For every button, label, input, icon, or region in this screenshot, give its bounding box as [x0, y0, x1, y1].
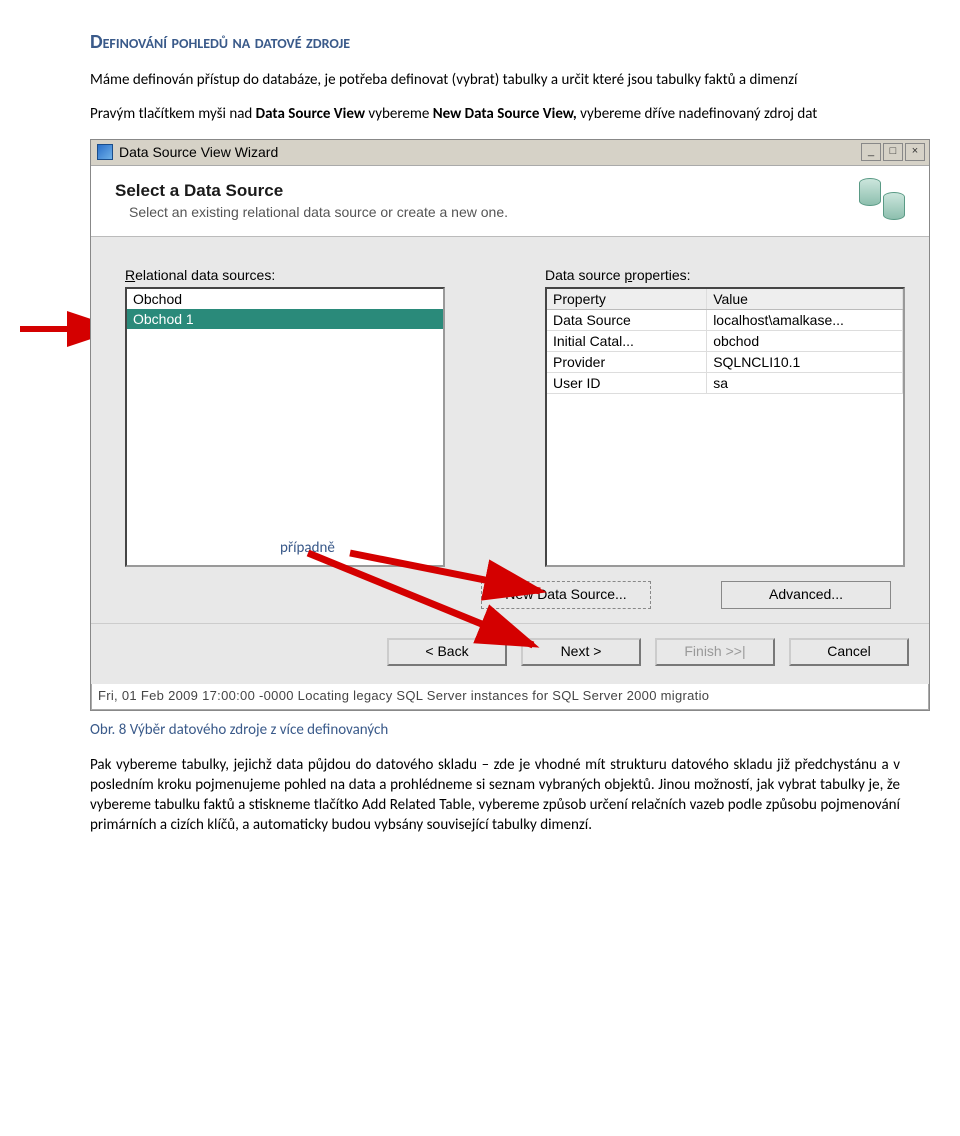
- advanced-button[interactable]: Advanced...: [721, 581, 891, 609]
- col-header: Property: [547, 289, 707, 309]
- text: vybereme dříve nadefinovaný zdroj dat: [577, 105, 818, 123]
- cell: Provider: [547, 352, 707, 372]
- cell: SQLNCLI10.1: [707, 352, 903, 372]
- list-item[interactable]: Obchod: [127, 289, 443, 309]
- col-header: Value: [707, 289, 903, 309]
- wizard-body: Relational data sources: Obchod Obchod 1…: [91, 237, 929, 623]
- app-icon: [97, 144, 113, 160]
- new-data-source-button[interactable]: New Data Source...: [481, 581, 651, 609]
- prop-row: Data Source localhost\amalkase...: [547, 310, 903, 331]
- log-strip: Fri, 01 Feb 2009 17:00:00 -0000 Locating…: [91, 684, 929, 710]
- prop-row: Provider SQLNCLI10.1: [547, 352, 903, 373]
- wizard-nav: < Back Next > Finish >>| Cancel: [91, 623, 929, 684]
- back-button[interactable]: < Back: [387, 638, 507, 666]
- next-button[interactable]: Next >: [521, 638, 641, 666]
- cell: localhost\amalkase...: [707, 310, 903, 330]
- prop-row: User ID sa: [547, 373, 903, 394]
- maximize-button[interactable]: □: [883, 143, 903, 161]
- intro-paragraph-1: Máme definován přístup do databáze, je p…: [90, 70, 900, 90]
- cell: Data Source: [547, 310, 707, 330]
- wizard-header: Select a Data Source Select an existing …: [91, 166, 929, 237]
- intro-paragraph-2: Pravým tlačítkem myši nad Data Source Vi…: [90, 104, 900, 124]
- prop-row: Initial Catal... obchod: [547, 331, 903, 352]
- cancel-button[interactable]: Cancel: [789, 638, 909, 666]
- closing-paragraph: Pak vybereme tabulky, jejichž data půjdo…: [90, 755, 900, 836]
- screenshot-wrapper: Data Source View Wizard _ □ × Select a D…: [50, 139, 910, 711]
- close-button[interactable]: ×: [905, 143, 925, 161]
- wizard-window: Data Source View Wizard _ □ × Select a D…: [90, 139, 930, 711]
- properties-label: Data source properties:: [545, 267, 905, 283]
- wizard-header-art: [853, 176, 913, 226]
- data-sources-listbox[interactable]: Obchod Obchod 1: [125, 287, 445, 567]
- wizard-step-title: Select a Data Source: [115, 181, 853, 201]
- data-sources-label: Relational data sources:: [125, 267, 485, 283]
- cell: User ID: [547, 373, 707, 393]
- cell: Initial Catal...: [547, 331, 707, 351]
- annotation-text: případně: [280, 539, 335, 557]
- text-bold: Data Source View: [256, 105, 365, 123]
- prop-header: Property Value: [547, 289, 903, 310]
- page-title: Definování pohledů na datové zdroje: [90, 30, 900, 54]
- titlebar: Data Source View Wizard _ □ ×: [91, 140, 929, 166]
- text-bold: New Data Source View,: [433, 105, 577, 123]
- minimize-button[interactable]: _: [861, 143, 881, 161]
- properties-grid: Property Value Data Source localhost\ama…: [545, 287, 905, 567]
- wizard-step-subtitle: Select an existing relational data sourc…: [129, 204, 853, 220]
- window-title: Data Source View Wizard: [119, 144, 278, 160]
- cell: obchod: [707, 331, 903, 351]
- text: vybereme: [365, 105, 433, 123]
- figure-caption: Obr. 8 Výběr datového zdroje z více defi…: [90, 721, 900, 739]
- finish-button: Finish >>|: [655, 638, 775, 666]
- cell: sa: [707, 373, 903, 393]
- text: Pravým tlačítkem myši nad: [90, 105, 256, 123]
- list-item-selected[interactable]: Obchod 1: [127, 309, 443, 329]
